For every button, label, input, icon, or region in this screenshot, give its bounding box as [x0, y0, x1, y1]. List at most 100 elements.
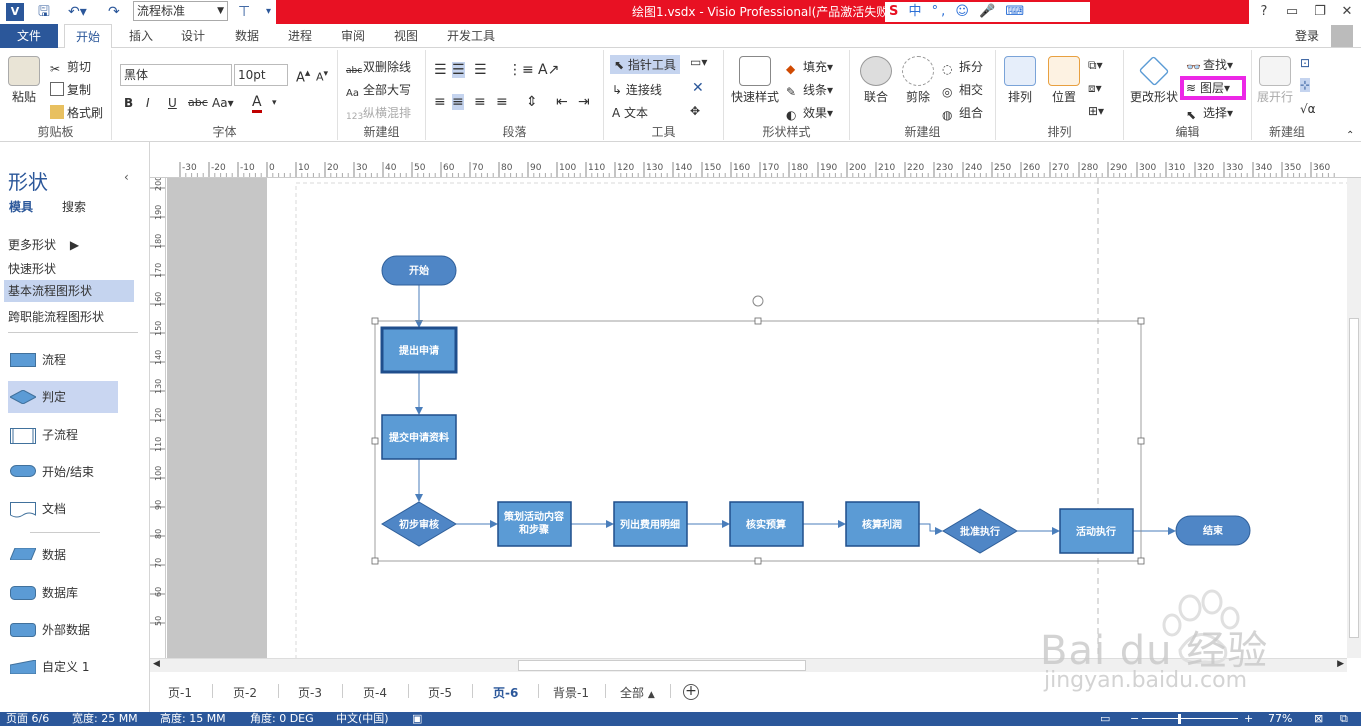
visio-app-icon[interactable]: V	[6, 3, 24, 21]
shape-subprocess[interactable]: 子流程	[8, 419, 118, 451]
execute-process[interactable]: 活动执行	[1059, 508, 1134, 554]
grow-font-icon[interactable]: A▴	[296, 66, 310, 85]
ribbon-display-icon[interactable]: ▭	[1278, 0, 1306, 24]
connector-button[interactable]: ↳ 连接线	[612, 81, 662, 98]
budget-process[interactable]: 核实预算	[729, 501, 804, 547]
align-middle-icon[interactable]: ☰	[452, 62, 465, 78]
drawing-page[interactable]: 开始 提出申请 提交申请资料 初步审核 策划活动内容 和步骤 列出费用明细 核实…	[267, 178, 1347, 658]
status-zoom[interactable]: 77%	[1268, 712, 1292, 726]
expand-row-button[interactable]: 展开行	[1254, 56, 1296, 105]
tab-design[interactable]: 设计	[170, 24, 216, 48]
switch-window-icon[interactable]: ⧉	[1340, 712, 1348, 726]
quick-styles-button[interactable]: 快速样式	[730, 56, 780, 105]
increase-indent-icon[interactable]: ⇥	[578, 94, 590, 110]
page-tab-all[interactable]: 全部 ▲	[620, 684, 655, 701]
align-bottom-icon[interactable]: ☰	[474, 62, 487, 78]
spacing-icon[interactable]: ⇕	[526, 94, 538, 110]
page-tab-6[interactable]: 页-6	[493, 684, 518, 701]
callout-icon[interactable]: ⊹	[1300, 78, 1311, 92]
horizontal-scroll-thumb[interactable]	[518, 660, 806, 671]
zoom-slider[interactable]	[1142, 718, 1238, 719]
costs-process[interactable]: 列出费用明细	[613, 501, 688, 547]
approve-decision[interactable]: 批准执行	[942, 508, 1018, 554]
select-button[interactable]: ⬉ 选择▾	[1186, 104, 1233, 122]
find-button[interactable]: 👓 查找▾	[1186, 56, 1233, 74]
collapse-panel-icon[interactable]: ‹	[124, 170, 129, 184]
flowchart-diagram[interactable]: 开始 提出申请 提交申请资料 初步审核 策划活动内容 和步骤 列出费用明细 核实…	[267, 178, 1347, 658]
redo-icon[interactable]: ↷	[108, 2, 120, 22]
plan-process[interactable]: 策划活动内容 和步骤	[497, 501, 572, 547]
save-icon[interactable]: 🖫	[38, 2, 50, 22]
page-tab-4[interactable]: 页-4	[363, 684, 387, 701]
page-tab-5[interactable]: 页-5	[428, 684, 452, 701]
stencil-cross-functional[interactable]: 跨职能流程图形状	[8, 308, 104, 325]
tab-insert[interactable]: 插入	[118, 24, 164, 48]
double-strike-button[interactable]: abc双删除线	[346, 58, 411, 80]
arrange-button[interactable]: 排列	[1000, 56, 1040, 105]
format-painter-button[interactable]: 格式刷	[50, 104, 103, 121]
status-page[interactable]: 页面 6/6	[6, 712, 49, 726]
equation-icon[interactable]: √α	[1300, 102, 1316, 116]
cut-button[interactable]: ✂ 剪切	[50, 58, 91, 76]
connector-line[interactable]	[919, 523, 943, 535]
tab-search[interactable]: 搜索	[62, 198, 86, 215]
end-terminator[interactable]: 结束	[1175, 515, 1251, 546]
avatar[interactable]	[1331, 25, 1353, 47]
ime-toolbar[interactable]: S 中 °, ☺ 🎤 ⌨	[885, 2, 1090, 22]
style-combo[interactable]: 流程标准 ▼	[133, 1, 228, 21]
horizontal-scrollbar[interactable]: ◀ ▶	[150, 658, 1347, 672]
chevron-down-icon[interactable]: ▾	[272, 98, 277, 108]
shape-document[interactable]: 文档	[8, 493, 118, 525]
line-button[interactable]: ✎ 线条▾	[786, 81, 833, 99]
close-icon[interactable]: ✕	[1333, 0, 1361, 24]
vertical-scrollbar[interactable]	[1347, 178, 1361, 658]
login-link[interactable]: 登录	[1295, 24, 1319, 48]
decrease-indent-icon[interactable]: ⇤	[556, 94, 568, 110]
justify-icon[interactable]: ≡	[496, 94, 508, 110]
help-icon[interactable]: ?	[1250, 0, 1278, 24]
pointer-tool-button[interactable]: ⬉ 指针工具	[610, 55, 680, 74]
text-direction-icon[interactable]: A↗	[538, 62, 559, 78]
tab-developer[interactable]: 开发工具	[436, 24, 506, 48]
review-decision[interactable]: 初步审核	[381, 501, 457, 547]
status-language[interactable]: 中文(中国)	[336, 712, 389, 726]
undo-icon[interactable]: ↶▾	[68, 2, 87, 22]
page-tab-2[interactable]: 页-2	[233, 684, 257, 701]
split-button[interactable]: ◌ 拆分	[942, 58, 983, 76]
zoom-in-icon[interactable]: +	[1244, 712, 1253, 726]
underline-icon[interactable]: U	[168, 96, 177, 110]
rectangle-tool-icon[interactable]: ▭▾	[690, 55, 707, 69]
bullets-icon[interactable]: ⋮≡	[508, 62, 534, 78]
rotate-handle-icon[interactable]	[752, 295, 764, 307]
start-terminator[interactable]: 开始	[381, 255, 457, 286]
zoom-out-icon[interactable]: −	[1130, 712, 1139, 726]
align-left-icon[interactable]: ≡	[434, 94, 446, 110]
layers-button[interactable]: ≋ 图层▾	[1180, 76, 1246, 100]
paste-button[interactable]: 粘贴	[6, 56, 42, 105]
shape-custom-1[interactable]: 自定义 1	[8, 651, 118, 683]
combine-button[interactable]: ◍ 组合	[942, 104, 983, 122]
format-icon[interactable]: ⊤	[238, 2, 250, 22]
customize-qat-icon[interactable]: ▾	[266, 2, 271, 22]
page-tab-1[interactable]: 页-1	[168, 684, 192, 701]
fit-page-icon[interactable]: ▭	[1100, 712, 1110, 726]
fill-button[interactable]: ◆ 填充▾	[786, 58, 833, 76]
stencil-quick-shapes[interactable]: 快速形状	[8, 260, 56, 277]
materials-process[interactable]: 提交申请资料	[381, 414, 457, 460]
shape-process[interactable]: 流程	[8, 344, 118, 376]
font-family-combo[interactable]: 黑体	[120, 64, 232, 86]
text-tool-button[interactable]: A 文本	[612, 104, 648, 121]
align-center-icon[interactable]: ≡	[452, 94, 464, 110]
restore-icon[interactable]: ❐	[1306, 0, 1334, 24]
copy-button[interactable]: 复制	[50, 81, 91, 98]
scroll-left-icon[interactable]: ◀	[153, 659, 160, 669]
strikethrough-icon[interactable]: abc	[188, 96, 208, 109]
stencil-more-shapes[interactable]: 更多形状 ▶	[8, 236, 79, 253]
fragment-button[interactable]: 剪除	[898, 56, 938, 105]
shrink-font-icon[interactable]: A▾	[316, 68, 328, 84]
effects-button[interactable]: ◐ 效果▾	[786, 104, 833, 122]
tab-process[interactable]: 进程	[276, 24, 324, 48]
font-color-icon[interactable]: A	[252, 94, 262, 113]
intersect-button[interactable]: ◎ 相交	[942, 81, 983, 99]
align-right-icon[interactable]: ≡	[474, 94, 486, 110]
